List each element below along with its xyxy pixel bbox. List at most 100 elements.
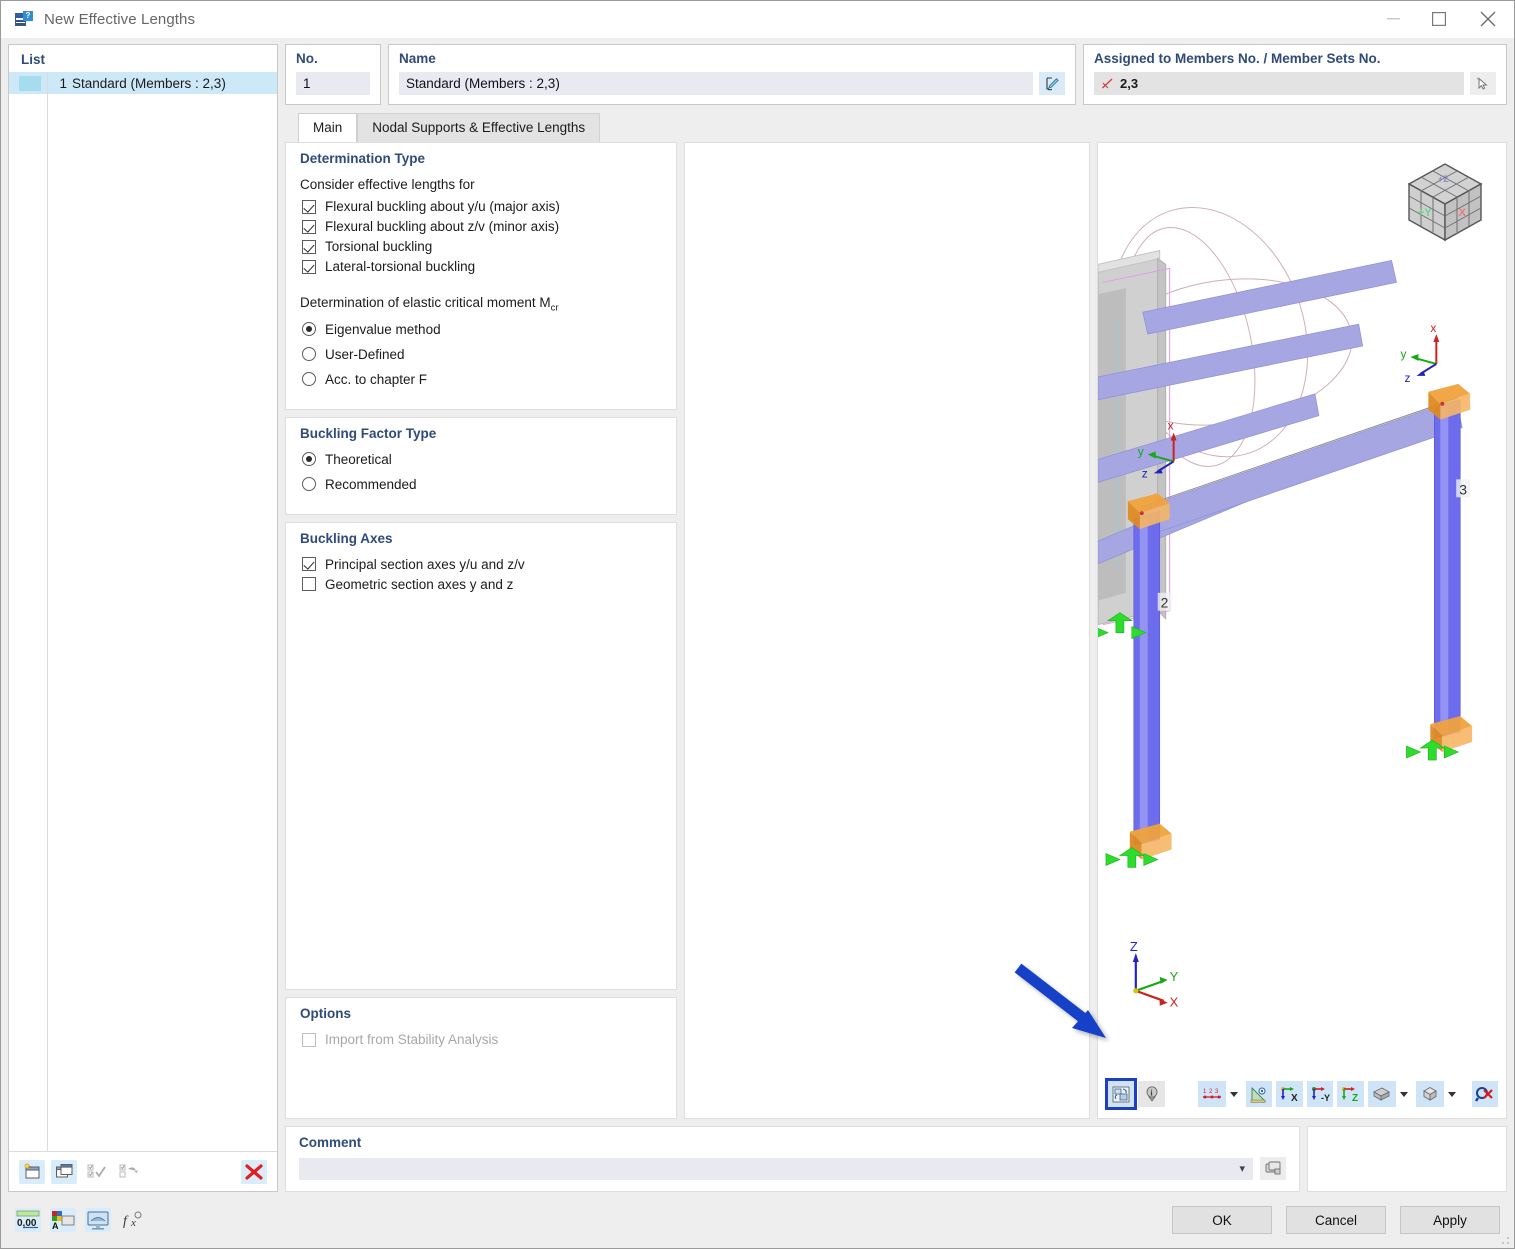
comment-library-icon[interactable] — [1260, 1157, 1286, 1180]
effective-lengths-icon: ? — [15, 11, 33, 27]
delete-item-button[interactable] — [241, 1159, 267, 1184]
svg-text:2: 2 — [1209, 1089, 1213, 1095]
checkbox-icon — [302, 557, 316, 572]
new-item-button[interactable] — [19, 1159, 45, 1184]
close-icon[interactable] — [1462, 1, 1514, 37]
checkbox-flexural-y[interactable]: Flexural buckling about y/u (major axis) — [302, 199, 662, 214]
checkbox-icon — [302, 219, 316, 234]
cancel-button[interactable]: Cancel — [1286, 1206, 1386, 1234]
numbering-123-icon[interactable]: 1 2 3 — [1197, 1081, 1226, 1107]
checkbox-icon — [302, 577, 316, 592]
checkbox-label: Principal section axes y/u and z/v — [325, 556, 525, 572]
color-swatch — [19, 75, 41, 91]
radio-label: Recommended — [325, 476, 417, 492]
model-3d-scene: 2 3 x y z x y z Z Y X — [1098, 206, 1473, 1010]
checkbox-label: Flexural buckling about y/u (major axis) — [325, 199, 560, 214]
radio-label: Eigenvalue method — [325, 321, 441, 337]
buckling-axes-title: Buckling Axes — [300, 530, 393, 546]
maximize-icon[interactable] — [1416, 1, 1462, 37]
radio-user-defined[interactable]: User-Defined — [302, 347, 662, 362]
fx-icon[interactable]: f x — [120, 1208, 146, 1232]
checkbox-lateral-torsional[interactable]: Lateral-torsional buckling — [302, 259, 662, 274]
mcr-label: Determination of elastic critical moment… — [300, 295, 662, 314]
buckling-factor-type-title: Buckling Factor Type — [300, 425, 437, 441]
mcr-label-text: Determination of elastic critical moment… — [300, 295, 551, 310]
axis-z-icon[interactable]: Z — [1337, 1081, 1364, 1107]
viewcube-left-label: +Y — [1418, 207, 1432, 219]
chevron-down-icon[interactable] — [1399, 1091, 1408, 1097]
comment-input[interactable]: ▾ — [299, 1157, 1253, 1180]
checkbox-label: Flexural buckling about z/v (minor axis) — [325, 219, 560, 234]
checkbox-label: Import from Stability Analysis — [325, 1032, 499, 1047]
radio-label: Acc. to chapter F — [325, 371, 428, 387]
model-viewport[interactable]: 2 3 x y z x y z Z Y X +Y -X +Z i 1 2 3 X… — [1097, 142, 1507, 1119]
comment-row: Comment ▾ — [285, 1126, 1507, 1192]
list-header: List — [21, 52, 46, 67]
numeric-0-00-icon[interactable]: 0,00 — [15, 1208, 41, 1232]
minimize-icon[interactable] — [1370, 1, 1416, 37]
name-label: Name — [399, 51, 436, 66]
radio-icon — [302, 372, 316, 387]
checkbox-flexural-z[interactable]: Flexural buckling about z/v (minor axis) — [302, 219, 662, 234]
cube-icon[interactable] — [1415, 1081, 1444, 1107]
header-fields: No. 1 Name Standard (Members : 2,3) Assi… — [285, 44, 1507, 105]
checkbox-geometric-axes[interactable]: Geometric section axes y and z — [302, 577, 662, 592]
checkbox-label: Lateral-torsional buckling — [325, 259, 476, 274]
list-column: List 1 Standard (Members : 2,3) — [8, 44, 278, 1192]
consider-label: Consider effective lengths for — [300, 177, 475, 192]
edit-pencil-icon[interactable] — [1039, 72, 1065, 95]
tab-main[interactable]: Main — [298, 113, 358, 142]
view-eye-icon[interactable] — [1245, 1081, 1273, 1107]
options-card: Options Import from Stability Analysis — [285, 997, 677, 1119]
svg-text:3: 3 — [1215, 1089, 1219, 1095]
svg-text:f: f — [123, 1214, 129, 1229]
viewport-toolbar: i 1 2 3 X -Y Z — [1104, 1078, 1498, 1110]
checkbox-icon — [302, 259, 316, 274]
dialog-buttons: OK Cancel Apply — [1172, 1206, 1500, 1234]
radio-acc-chapter-f[interactable]: Acc. to chapter F — [302, 372, 662, 387]
axis-x-icon[interactable]: X — [1276, 1081, 1303, 1107]
member-icon — [1102, 78, 1113, 89]
svg-text:x: x — [1430, 321, 1436, 335]
render-toggle-icon[interactable] — [1104, 1078, 1138, 1110]
tab-nodal-supports[interactable]: Nodal Supports & Effective Lengths — [357, 113, 601, 142]
ok-button[interactable]: OK — [1172, 1206, 1272, 1234]
buckling-axes-card: Buckling Axes Principal section axes y/u… — [285, 521, 677, 990]
info-balloon-icon[interactable]: i — [1138, 1081, 1165, 1107]
checkbox-torsional[interactable]: Torsional buckling — [302, 239, 662, 254]
assigned-members-panel: Assigned to Members No. / Member Sets No… — [1083, 44, 1507, 105]
invert-selection-button — [115, 1160, 141, 1184]
assigned-value-display[interactable]: 2,3 — [1094, 72, 1464, 95]
copy-item-button[interactable] — [51, 1159, 77, 1184]
resize-grip[interactable] — [1500, 1235, 1510, 1245]
dialog-window: ? New Effective Lengths List 1 Standard … — [0, 0, 1515, 1249]
checkbox-icon — [302, 199, 316, 214]
units-icon[interactable]: A — [50, 1208, 76, 1232]
svg-text:X: X — [1291, 1093, 1298, 1103]
checkbox-principal-axes[interactable]: Principal section axes y/u and z/v — [302, 557, 662, 572]
magnifier-x-icon[interactable] — [1471, 1081, 1498, 1107]
chevron-down-icon[interactable] — [1229, 1091, 1238, 1097]
axis-minus-y-icon[interactable]: -Y — [1306, 1081, 1334, 1107]
apply-button[interactable]: Apply — [1400, 1206, 1500, 1234]
list-rows: 1 Standard (Members : 2,3) — [9, 72, 277, 1151]
radio-eigenvalue-method[interactable]: Eigenvalue method — [302, 322, 662, 337]
svg-text:x: x — [1168, 419, 1174, 433]
pick-cursor-icon[interactable] — [1470, 72, 1496, 95]
checkbox-icon — [302, 1032, 316, 1047]
view-cube[interactable]: +Y -X +Z — [1399, 156, 1491, 248]
chevron-down-icon[interactable] — [1447, 1091, 1456, 1097]
radio-theoretical[interactable]: Theoretical — [302, 452, 662, 467]
monitor-icon[interactable] — [85, 1208, 111, 1232]
numbering-group: 1 2 3 — [1197, 1081, 1242, 1107]
number-input[interactable]: 1 — [296, 72, 370, 95]
determination-type-card: Determination Type Consider effective le… — [285, 142, 677, 410]
member-label: 3 — [1459, 481, 1467, 497]
chevron-down-icon[interactable]: ▾ — [1239, 1162, 1245, 1175]
footer-bar: 0,00 A f x OK Cancel Apply — [1, 1192, 1514, 1248]
select-all-button — [83, 1160, 109, 1184]
name-input[interactable]: Standard (Members : 2,3) — [399, 72, 1033, 95]
list-item[interactable]: 1 Standard (Members : 2,3) — [9, 72, 277, 94]
radio-recommended[interactable]: Recommended — [302, 477, 662, 492]
layers-icon[interactable] — [1367, 1081, 1396, 1107]
